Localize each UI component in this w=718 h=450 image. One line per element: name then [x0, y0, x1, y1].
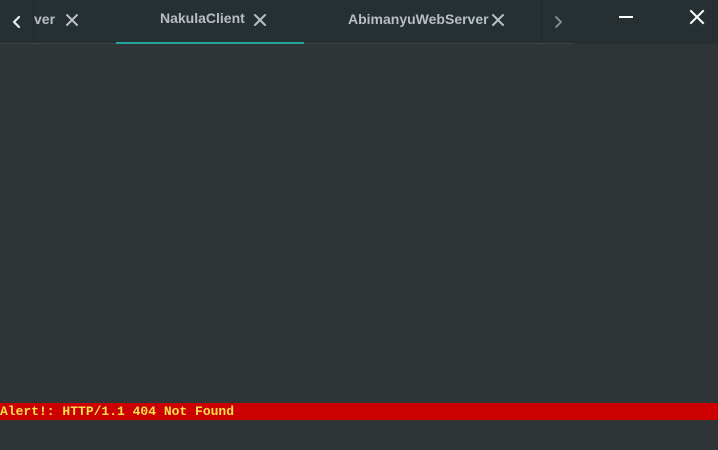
close-icon: [254, 14, 266, 26]
window-close-button[interactable]: [682, 4, 712, 30]
close-icon: [492, 14, 504, 26]
status-alert-bar: Alert!: HTTP/1.1 404 Not Found: [0, 403, 718, 420]
chevron-right-icon: [554, 15, 562, 28]
tab-close-button[interactable]: [488, 10, 508, 30]
tab-close-button[interactable]: [250, 10, 270, 30]
tab-label: ver: [34, 11, 56, 27]
tab-abimanyuwebserver[interactable]: AbimanyuWebServer: [304, 0, 541, 43]
tab-nakulaclient[interactable]: NakulaClient: [116, 0, 304, 44]
tabs-scroll-left-button[interactable]: [0, 0, 34, 43]
tab-server[interactable]: ver: [34, 0, 116, 43]
alert-message: Alert!: HTTP/1.1 404 Not Found: [0, 404, 235, 419]
window-controls: [573, 0, 718, 44]
tab-close-button[interactable]: [62, 10, 82, 30]
terminal-output[interactable]: [0, 44, 718, 403]
terminal-bottom-area[interactable]: [0, 420, 718, 450]
tab-bar: ver NakulaClient AbimanyuWebServer: [0, 0, 573, 44]
close-icon: [66, 14, 78, 26]
close-icon: [689, 9, 705, 25]
terminal-window: ver NakulaClient AbimanyuWebServer Alert…: [0, 0, 718, 450]
tabs-scroll-right-button[interactable]: [541, 0, 573, 43]
chevron-left-icon: [12, 15, 20, 28]
tab-label: AbimanyuWebServer: [348, 11, 489, 27]
minimize-button[interactable]: [611, 4, 641, 30]
minimize-icon: [619, 16, 633, 18]
tab-label: NakulaClient: [160, 10, 245, 26]
